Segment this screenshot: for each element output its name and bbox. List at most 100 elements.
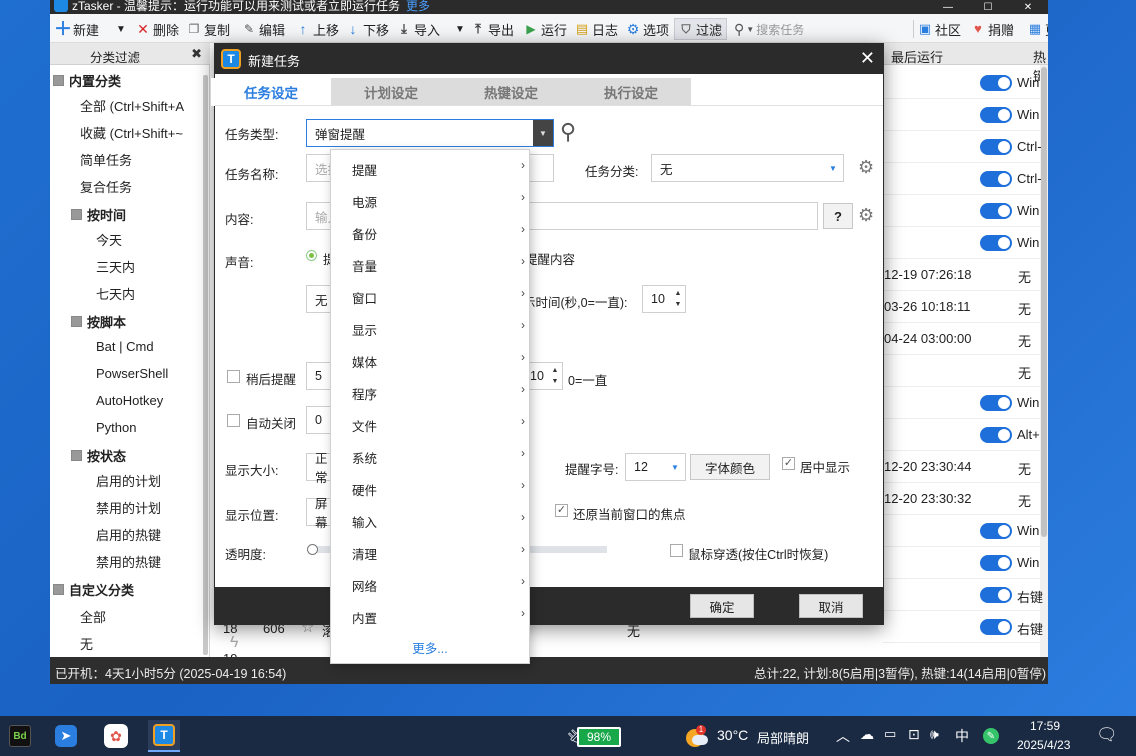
sidebar-item-enabled-hotkeys[interactable]: 启用的热键: [96, 524, 161, 544]
menu-more-link[interactable]: 更多...: [331, 638, 529, 657]
collapse-icon[interactable]: [53, 74, 64, 86]
edit-button[interactable]: ✎ 编辑: [242, 18, 285, 40]
minimize-icon[interactable]: —: [928, 0, 968, 14]
menu-item[interactable]: 内置 ›: [331, 599, 529, 631]
menu-item[interactable]: 电源 ›: [331, 183, 529, 215]
group-by-script[interactable]: 按脚本: [71, 311, 126, 331]
sidebar-item-disabled-plans[interactable]: 禁用的计划: [96, 497, 161, 517]
clock-time[interactable]: 17:59: [1030, 719, 1060, 733]
sidebar-item-today[interactable]: 今天: [96, 229, 122, 249]
sidebar-item-none[interactable]: 无: [80, 633, 93, 653]
options-button[interactable]: ⚙ 选项: [626, 18, 669, 40]
collapse-icon[interactable]: [71, 449, 82, 461]
weather-text[interactable]: 局部晴朗: [757, 728, 809, 747]
sidebar-item-all[interactable]: 全部 (Ctrl+Shift+A: [80, 95, 184, 115]
new-dropdown-icon[interactable]: ▼: [116, 24, 126, 35]
sidebar-item-autohotkey[interactable]: AutoHotkey: [96, 390, 163, 410]
category-select[interactable]: 无 ▼: [651, 154, 844, 182]
weather-icon[interactable]: 1: [686, 725, 708, 747]
column-last-run[interactable]: 最后运行: [891, 47, 943, 66]
sidebar-item-python[interactable]: Python: [96, 417, 136, 437]
title-more-link[interactable]: 更多: [406, 0, 430, 13]
move-up-button[interactable]: ↑ 上移: [296, 18, 340, 40]
help-button[interactable]: ?: [823, 203, 853, 229]
taskbar-app-feishu[interactable]: ➤: [50, 720, 82, 752]
temperature-text[interactable]: 30°C: [717, 727, 748, 743]
cloud-icon[interactable]: ☁: [860, 726, 874, 743]
hotkey-toggle[interactable]: [980, 523, 1012, 539]
chevron-up-icon[interactable]: ︿: [836, 726, 850, 746]
hotkey-toggle[interactable]: [980, 139, 1012, 155]
font-size-select[interactable]: 12 ▼: [625, 453, 686, 481]
battery-indicator[interactable]: 98%: [577, 727, 621, 747]
run-button[interactable]: ▶ 运行: [524, 18, 567, 40]
hotkey-toggle[interactable]: [980, 395, 1012, 411]
hotkey-toggle[interactable]: [980, 555, 1012, 571]
chevron-down-icon[interactable]: ▼: [823, 155, 843, 181]
content-gear-icon[interactable]: ⚙: [858, 205, 874, 226]
sound-radio-1[interactable]: [306, 250, 317, 261]
log-button[interactable]: ▤ 日志: [575, 18, 618, 40]
font-color-button[interactable]: 字体颜色: [690, 454, 770, 480]
sidebar-item-powershell[interactable]: PowserShell: [96, 363, 168, 383]
menu-item[interactable]: 系统 ›: [331, 439, 529, 471]
ime-indicator[interactable]: 中: [955, 726, 969, 746]
spin-down-icon[interactable]: ▼: [672, 299, 684, 311]
menu-item[interactable]: 文件 ›: [331, 407, 529, 439]
sidebar-item-simple[interactable]: 简单任务: [80, 149, 132, 169]
group-by-status[interactable]: 按状态: [71, 445, 126, 465]
collapse-icon[interactable]: [71, 208, 82, 220]
menu-item[interactable]: 窗口 ›: [331, 279, 529, 311]
volume-icon[interactable]: 🕪︎: [930, 726, 939, 743]
tab-execution-settings[interactable]: 执行设定: [571, 78, 691, 106]
cancel-button[interactable]: 取消: [799, 594, 863, 618]
hotkey-toggle[interactable]: [980, 427, 1012, 443]
snooze-checkbox[interactable]: [227, 370, 240, 383]
ok-button[interactable]: 确定: [690, 594, 754, 618]
import-dropdown-icon[interactable]: ▼: [455, 24, 465, 35]
hotkey-toggle[interactable]: [980, 75, 1012, 91]
hotkey-toggle[interactable]: [980, 171, 1012, 187]
notification-icon[interactable]: 🗨︎: [1096, 725, 1118, 745]
copy-button[interactable]: ❐ 复制: [187, 18, 230, 40]
sidebar-item-compound[interactable]: 复合任务: [80, 176, 132, 196]
sidebar-scrollbar[interactable]: [202, 65, 209, 657]
sidebar-item-disabled-hotkeys[interactable]: 禁用的热键: [96, 551, 161, 571]
hotkey-toggle[interactable]: [980, 587, 1012, 603]
network-icon[interactable]: ⊡: [908, 726, 920, 743]
menu-item[interactable]: 网络 ›: [331, 567, 529, 599]
taskbar-app-bd[interactable]: Bd: [4, 720, 36, 752]
import-button[interactable]: ⤓ 导入 ▼: [397, 18, 465, 40]
search-dropdown-icon[interactable]: ▼: [746, 25, 754, 34]
maximize-icon[interactable]: ☐: [968, 0, 1008, 14]
restore-focus-checkbox[interactable]: ✓: [555, 504, 568, 517]
click-through-checkbox[interactable]: [670, 544, 683, 557]
tab-task-settings[interactable]: 任务设定: [211, 78, 331, 106]
hotkey-toggle[interactable]: [980, 235, 1012, 251]
menu-item[interactable]: 硬件 ›: [331, 471, 529, 503]
flash-icon[interactable]: ϟ: [230, 634, 238, 652]
more-toolbar-button[interactable]: ▦更: [1028, 18, 1048, 40]
search-icon[interactable]: ⚲: [560, 119, 576, 145]
group-by-time[interactable]: 按时间: [71, 204, 126, 224]
search-input[interactable]: ⚲ ▼ 搜索任务: [734, 18, 910, 40]
move-down-button[interactable]: ↓ 下移: [346, 18, 390, 40]
hotkey-toggle[interactable]: [980, 203, 1012, 219]
tab-hotkey-settings[interactable]: 热键设定: [451, 78, 571, 106]
dialog-close-icon[interactable]: ✕: [860, 48, 875, 69]
hotkey-toggle[interactable]: [980, 619, 1012, 635]
menu-item[interactable]: 音量 ›: [331, 247, 529, 279]
sidebar-item-three-days[interactable]: 三天内: [96, 256, 135, 276]
opacity-slider-knob[interactable]: [307, 544, 318, 555]
sidebar-item-favorites[interactable]: 收藏 (Ctrl+Shift+~: [80, 122, 183, 142]
community-button[interactable]: ▣ 社区: [918, 18, 961, 40]
menu-item[interactable]: 输入 ›: [331, 503, 529, 535]
hotkey-toggle[interactable]: [980, 107, 1012, 123]
clock-date[interactable]: 2025/4/23: [1017, 738, 1070, 752]
menu-item[interactable]: 清理 ›: [331, 535, 529, 567]
menu-item[interactable]: 显示 ›: [331, 311, 529, 343]
menu-item[interactable]: 备份 ›: [331, 215, 529, 247]
menu-item[interactable]: 提醒 ›: [331, 151, 529, 183]
center-display-checkbox[interactable]: ✓: [782, 457, 795, 470]
sidebar-item-custom-all[interactable]: 全部: [80, 606, 106, 626]
